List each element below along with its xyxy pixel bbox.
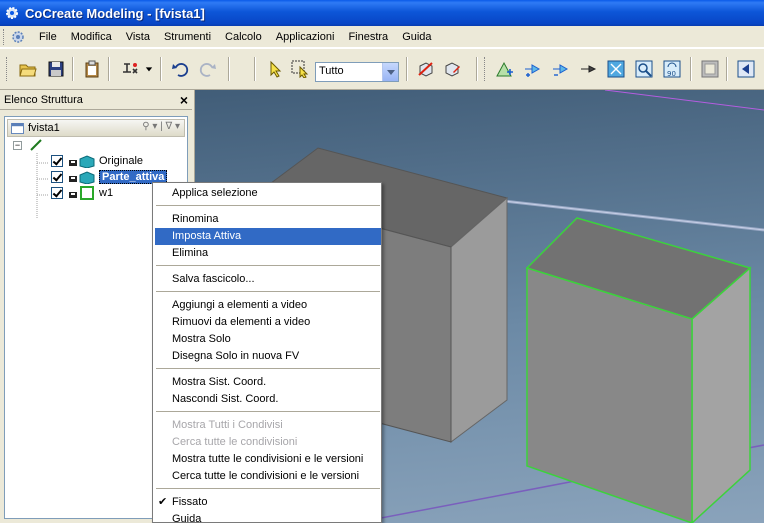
visibility-checkbox[interactable] xyxy=(51,171,63,183)
open-folder-icon[interactable] xyxy=(16,57,40,81)
menu-finestra[interactable]: Finestra xyxy=(341,31,395,43)
menu-calcolo[interactable]: Calcolo xyxy=(218,31,269,43)
menu-separator xyxy=(156,291,380,292)
tree-item-w1[interactable]: w1 xyxy=(51,185,113,201)
main-toolbar: Tutto 90 xyxy=(0,48,764,90)
part-icon xyxy=(69,171,95,184)
visibility-checkbox[interactable] xyxy=(51,155,63,167)
toolbar-separator xyxy=(72,57,74,81)
chevron-down-icon[interactable] xyxy=(382,63,398,81)
ctx-disegna-solo[interactable]: Disegna Solo in nuova FV xyxy=(155,348,381,365)
menu-separator xyxy=(156,205,380,206)
zoom-window-icon[interactable] xyxy=(632,57,656,81)
select-arrow-icon[interactable] xyxy=(264,57,288,81)
save-icon[interactable] xyxy=(44,57,68,81)
title-bar: CoCreate Modeling - [fvista1] xyxy=(0,0,764,26)
menu-separator xyxy=(156,411,380,412)
structure-tool-icon[interactable] xyxy=(118,57,142,81)
selection-filter-value: Tutto xyxy=(319,65,344,77)
rotate-90-icon[interactable]: 90 xyxy=(660,57,684,81)
ctx-mostra-coord[interactable]: Mostra Sist. Coord. xyxy=(155,374,381,391)
toolbar-separator xyxy=(108,57,110,81)
context-menu: Applica selezione Rinomina Imposta Attiv… xyxy=(152,182,382,523)
tree-filter-controls[interactable]: ⚲ ▾ | ∇ ▾ xyxy=(142,121,180,132)
toolbar-separator xyxy=(476,57,478,81)
assembly-line-icon xyxy=(30,139,42,151)
previous-icon[interactable] xyxy=(734,57,758,81)
ctx-mostra-solo[interactable]: Mostra Solo xyxy=(155,331,381,348)
ctx-guida[interactable]: Guida xyxy=(155,511,381,523)
ctx-rinomina[interactable]: Rinomina xyxy=(155,211,381,228)
menu-separator xyxy=(156,368,380,369)
document-gear-icon[interactable] xyxy=(10,29,26,45)
structure-tool-dropdown[interactable] xyxy=(142,57,156,81)
ctx-imposta-attiva[interactable]: Imposta Attiva xyxy=(155,228,381,245)
tree-item-label: Originale xyxy=(99,155,144,167)
undo-icon[interactable] xyxy=(168,57,192,81)
ctx-mostra-condivisioni-versioni[interactable]: Mostra tutte le condivisioni e le versio… xyxy=(155,451,381,468)
ctx-nascondi-coord[interactable]: Nascondi Sist. Coord. xyxy=(155,391,381,408)
tree-root-label: fvista1 xyxy=(28,122,60,134)
structure-panel-title: Elenco Struttura xyxy=(4,93,83,106)
redo-icon[interactable] xyxy=(196,57,220,81)
toolbar-separator xyxy=(228,57,230,81)
box-parte-attiva[interactable] xyxy=(525,217,752,523)
window-title: CoCreate Modeling - [fvista1] xyxy=(25,5,205,21)
tree-item-parte-attiva[interactable]: Parte_attiva xyxy=(51,169,168,185)
toolbar-grip[interactable] xyxy=(484,57,487,81)
toolbar-separator xyxy=(726,57,728,81)
edit-part-icon[interactable] xyxy=(440,57,464,81)
ctx-cerca-condivisioni: Cerca tutte le condivisioni xyxy=(172,436,298,448)
cut-part-icon[interactable] xyxy=(414,57,438,81)
checkmark-icon: ✔ xyxy=(158,496,168,508)
ctx-salva-fascicolo[interactable]: Salva fascicolo... xyxy=(155,271,381,288)
ctx-mostra-condivisi: Mostra Tutti i Condivisi xyxy=(172,419,283,431)
tree-root-bar[interactable]: fvista1 ⚲ ▾ | ∇ ▾ xyxy=(7,119,185,137)
menu-vista[interactable]: Vista xyxy=(119,31,157,43)
app-gear-icon xyxy=(6,7,18,19)
tree-item-originale[interactable]: Originale xyxy=(51,153,143,169)
ctx-fissato[interactable]: ✔ Fissato xyxy=(155,494,381,511)
menu-applicazioni[interactable]: Applicazioni xyxy=(269,31,342,43)
selection-filter-select[interactable]: Tutto xyxy=(315,62,399,82)
toolbar-separator xyxy=(690,57,692,81)
tree-item-label: w1 xyxy=(99,187,114,199)
svg-text:90: 90 xyxy=(667,70,676,78)
tree-collapse-icon[interactable]: − xyxy=(13,141,22,150)
toolbar-grip[interactable] xyxy=(6,57,9,81)
menubar-grip[interactable] xyxy=(3,28,6,45)
menu-bar: File Modifica Vista Strumenti Calcolo Ap… xyxy=(0,26,764,48)
menu-separator xyxy=(156,488,380,489)
ctx-rimuovi-elementi[interactable]: Rimuovi da elementi a video xyxy=(155,314,381,331)
clipboard-icon[interactable] xyxy=(80,57,104,81)
toolbar-separator xyxy=(254,57,256,81)
pan-icon[interactable] xyxy=(576,57,600,81)
viewport-icon xyxy=(11,122,24,134)
workplane-icon xyxy=(69,186,94,200)
select-box-icon[interactable] xyxy=(288,57,312,81)
menu-strumenti[interactable]: Strumenti xyxy=(157,31,218,43)
menu-separator xyxy=(156,265,380,266)
ctx-applica-selezione[interactable]: Applica selezione xyxy=(155,185,381,202)
ctx-cerca-condivisioni-versioni[interactable]: Cerca tutte le condivisioni e le version… xyxy=(155,468,381,485)
visibility-checkbox[interactable] xyxy=(51,187,63,199)
structure-panel-header: Elenco Struttura × xyxy=(0,90,192,110)
frame-icon[interactable] xyxy=(698,57,722,81)
part-icon xyxy=(69,155,95,168)
menu-modifica[interactable]: Modifica xyxy=(64,31,119,43)
zoom-out-icon[interactable] xyxy=(548,57,572,81)
menu-guida[interactable]: Guida xyxy=(395,31,438,43)
zoom-in-icon[interactable] xyxy=(520,57,544,81)
ctx-aggiungi-elementi[interactable]: Aggiungi a elementi a video xyxy=(155,297,381,314)
menu-file[interactable]: File xyxy=(32,31,64,43)
fit-icon[interactable] xyxy=(604,57,628,81)
view-tree-icon[interactable] xyxy=(492,57,516,81)
ctx-elimina[interactable]: Elimina xyxy=(155,245,381,262)
ctx-fissato-label: Fissato xyxy=(172,496,208,508)
close-icon[interactable]: × xyxy=(180,93,188,107)
toolbar-separator xyxy=(160,57,162,81)
toolbar-separator xyxy=(406,57,408,81)
